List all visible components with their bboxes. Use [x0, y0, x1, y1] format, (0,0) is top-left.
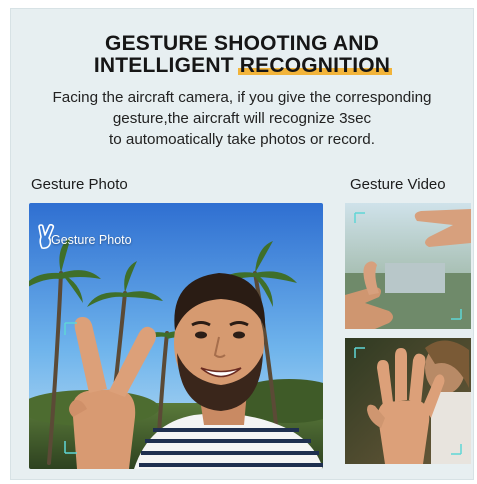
headline-highlight: RECOGNITION — [237, 54, 393, 77]
gesture-video-frame-2 — [345, 338, 471, 464]
description-line-1: Facing the aircraft camera, if you give … — [52, 89, 432, 106]
description-line-3: to automoatically take photos or record. — [109, 131, 375, 148]
gesture-photo-overlay-label: Gesture Photo — [51, 233, 132, 247]
promo-card: GESTURE SHOOTING AND INTELLIGENT RECOGNI… — [10, 8, 474, 480]
description: Facing the aircraft camera, if you give … — [11, 87, 473, 150]
description-line-2: gesture,the aircraft will recognize 3sec — [112, 110, 372, 127]
gesture-photo-label: Gesture Photo — [31, 176, 128, 193]
gesture-photo-image: Gesture Photo — [29, 203, 323, 469]
gesture-video-label: Gesture Video — [350, 176, 446, 193]
headline: GESTURE SHOOTING AND INTELLIGENT RECOGNI… — [11, 33, 473, 77]
headline-line-2: INTELLIGENT RECOGNITION — [11, 55, 473, 77]
framing-gesture-illustration — [345, 203, 471, 329]
headline-line-2-prefix: INTELLIGENT — [93, 54, 240, 77]
open-palm-illustration — [345, 338, 471, 464]
headline-line-1: GESTURE SHOOTING AND — [105, 32, 379, 55]
gesture-video-frame-1 — [345, 203, 471, 329]
